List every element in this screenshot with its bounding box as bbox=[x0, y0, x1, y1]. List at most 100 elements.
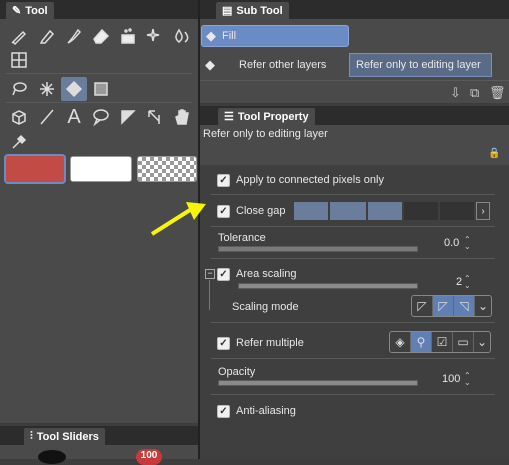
decoration-icon[interactable] bbox=[115, 24, 141, 48]
tool-panel-header: ✎ Tool bbox=[0, 0, 198, 19]
tool-sliders-tab[interactable]: ⫶ Tool Sliders bbox=[24, 428, 105, 445]
line-icon[interactable] bbox=[34, 105, 60, 129]
tool-sliders-panel bbox=[0, 445, 198, 459]
tool-property-tab[interactable]: ☰ Tool Property bbox=[218, 108, 315, 125]
scale-toward-icon[interactable]: ◸ bbox=[433, 296, 454, 316]
tolerance-spinner-icon[interactable]: ⌃ ⌄ bbox=[464, 236, 471, 251]
anti-aliasing-checkbox[interactable]: ✓ bbox=[217, 404, 230, 418]
close-gap-row[interactable]: ✓ Close gap › bbox=[211, 201, 509, 221]
layer-folder-icon[interactable]: ▭ bbox=[453, 332, 474, 352]
area-scaling-slider[interactable] bbox=[238, 283, 418, 289]
sub-tool-refer-editing[interactable]: Refer only to editing layer bbox=[349, 53, 492, 77]
save-subtool-icon[interactable]: ⇩ bbox=[450, 85, 461, 101]
tool-property-header: ☰ Tool Property bbox=[200, 106, 509, 125]
brush-icon[interactable] bbox=[61, 24, 87, 48]
apply-connected-row[interactable]: ✓ Apply to connected pixels only bbox=[211, 171, 509, 189]
select-transform-icon[interactable] bbox=[6, 48, 32, 72]
transparent-color-chip[interactable] bbox=[137, 156, 197, 182]
pencil-icon[interactable] bbox=[34, 24, 60, 48]
divider bbox=[211, 322, 495, 323]
correct-line-icon[interactable] bbox=[142, 105, 168, 129]
scaling-mode-group[interactable]: ◸ ◸ ◹ ⌄ bbox=[411, 295, 492, 317]
fill-icon: ◆ bbox=[206, 28, 216, 43]
selected-layers-icon[interactable]: ☑ bbox=[432, 332, 453, 352]
sub-tool-label: Sub Tool bbox=[236, 4, 283, 17]
refer-multiple-group[interactable]: ◈ ⚲ ☑ ▭ ⌄ bbox=[389, 331, 491, 353]
divider bbox=[6, 102, 192, 103]
balloon-icon[interactable] bbox=[88, 105, 114, 129]
brush-size-dot bbox=[38, 450, 66, 464]
close-gap-label: Close gap bbox=[236, 205, 286, 217]
magic-wand-icon[interactable] bbox=[34, 77, 60, 101]
area-scaling-value[interactable]: 2 bbox=[456, 276, 462, 288]
all-layers-icon[interactable]: ◈ bbox=[390, 332, 411, 352]
ruler-icon[interactable] bbox=[115, 105, 141, 129]
divider bbox=[211, 226, 495, 227]
sub-tool-icon: ▤ bbox=[222, 5, 233, 17]
hand-icon[interactable] bbox=[169, 105, 195, 129]
eyedropper-icon[interactable] bbox=[6, 130, 32, 154]
refer-multiple-checkbox[interactable]: ✓ bbox=[217, 336, 230, 350]
sub-color-chip[interactable] bbox=[70, 156, 132, 182]
opacity-slider[interactable] bbox=[218, 380, 418, 386]
refer-multiple-label: Refer multiple bbox=[236, 337, 304, 349]
sparkle-icon[interactable] bbox=[142, 24, 168, 48]
tolerance-label: Tolerance bbox=[218, 232, 266, 244]
lasso-icon[interactable] bbox=[6, 77, 32, 101]
scale-down-icon[interactable]: ◹ bbox=[454, 296, 475, 316]
close-gap-segment-1[interactable] bbox=[294, 202, 328, 220]
operation-icon[interactable] bbox=[6, 105, 32, 129]
tool-sliders-label: Tool Sliders bbox=[36, 430, 99, 443]
tool-tab[interactable]: ✎ Tool bbox=[6, 2, 54, 19]
fill-icon: ◆ bbox=[205, 57, 215, 72]
close-gap-segment-3[interactable] bbox=[368, 202, 402, 220]
divider bbox=[211, 358, 495, 359]
tolerance-value[interactable]: 0.0 bbox=[444, 237, 459, 249]
text-icon[interactable]: A bbox=[61, 105, 87, 129]
main-color-chip[interactable] bbox=[4, 154, 66, 184]
apply-connected-checkbox[interactable]: ✓ bbox=[217, 173, 230, 187]
size-badge: 100 bbox=[136, 449, 162, 465]
opacity-spinner-icon[interactable]: ⌃ ⌄ bbox=[464, 372, 471, 387]
tree-line bbox=[209, 280, 210, 310]
sub-tool-fill[interactable]: ◆ Fill bbox=[201, 25, 349, 47]
opacity-label: Opacity bbox=[218, 366, 256, 378]
area-scaling-checkbox[interactable]: ✓ bbox=[217, 267, 230, 281]
tool-property-label: Tool Property bbox=[237, 110, 309, 123]
duplicate-subtool-icon[interactable]: ⧉ bbox=[470, 85, 479, 101]
close-gap-chevron-right-icon[interactable]: › bbox=[476, 202, 490, 220]
sub-tool-refer-editing-label: Refer only to editing layer bbox=[356, 59, 481, 71]
reference-layer-icon[interactable]: ⚲ bbox=[411, 332, 432, 352]
sub-tool-fill-label: Fill bbox=[222, 30, 237, 42]
pen-icon[interactable] bbox=[6, 24, 32, 48]
divider bbox=[211, 394, 495, 395]
property-subtitle: Refer only to editing layer bbox=[203, 128, 328, 140]
tolerance-slider[interactable] bbox=[218, 246, 418, 252]
scaling-mode-dropdown-icon[interactable]: ⌄ bbox=[475, 296, 491, 316]
area-scaling-spinner-icon[interactable]: ⌃ ⌄ bbox=[464, 275, 471, 290]
fill-icon[interactable] bbox=[61, 77, 87, 101]
lock-icon[interactable]: 🔒 bbox=[488, 148, 500, 159]
delete-subtool-icon[interactable]: 🗑 bbox=[489, 85, 506, 101]
scale-up-icon[interactable]: ◸ bbox=[412, 296, 433, 316]
annotation-arrow bbox=[150, 202, 206, 236]
area-scaling-label: Area scaling bbox=[236, 268, 297, 280]
opacity-value[interactable]: 100 bbox=[442, 373, 460, 385]
divider bbox=[211, 194, 495, 195]
sub-tool-refer-other[interactable]: ◆ Refer other layers bbox=[201, 53, 349, 77]
close-gap-segment-2[interactable] bbox=[330, 202, 366, 220]
eraser-icon[interactable] bbox=[88, 24, 114, 48]
blend-icon[interactable] bbox=[169, 24, 195, 48]
close-gap-checkbox[interactable]: ✓ bbox=[217, 204, 230, 218]
sub-tool-refer-other-label: Refer other layers bbox=[239, 59, 327, 71]
divider bbox=[200, 80, 509, 81]
anti-aliasing-row[interactable]: ✓ Anti-aliasing bbox=[211, 402, 509, 420]
property-icon: ☰ bbox=[224, 111, 234, 123]
refer-multiple-dropdown-icon[interactable]: ⌄ bbox=[474, 332, 490, 352]
sub-tool-tab[interactable]: ▤ Sub Tool bbox=[216, 2, 289, 19]
close-gap-segment-4[interactable] bbox=[404, 202, 438, 220]
close-gap-segment-5[interactable] bbox=[440, 202, 474, 220]
gradient-icon[interactable] bbox=[88, 77, 114, 101]
scaling-mode-label: Scaling mode bbox=[232, 301, 299, 313]
divider bbox=[6, 73, 192, 74]
